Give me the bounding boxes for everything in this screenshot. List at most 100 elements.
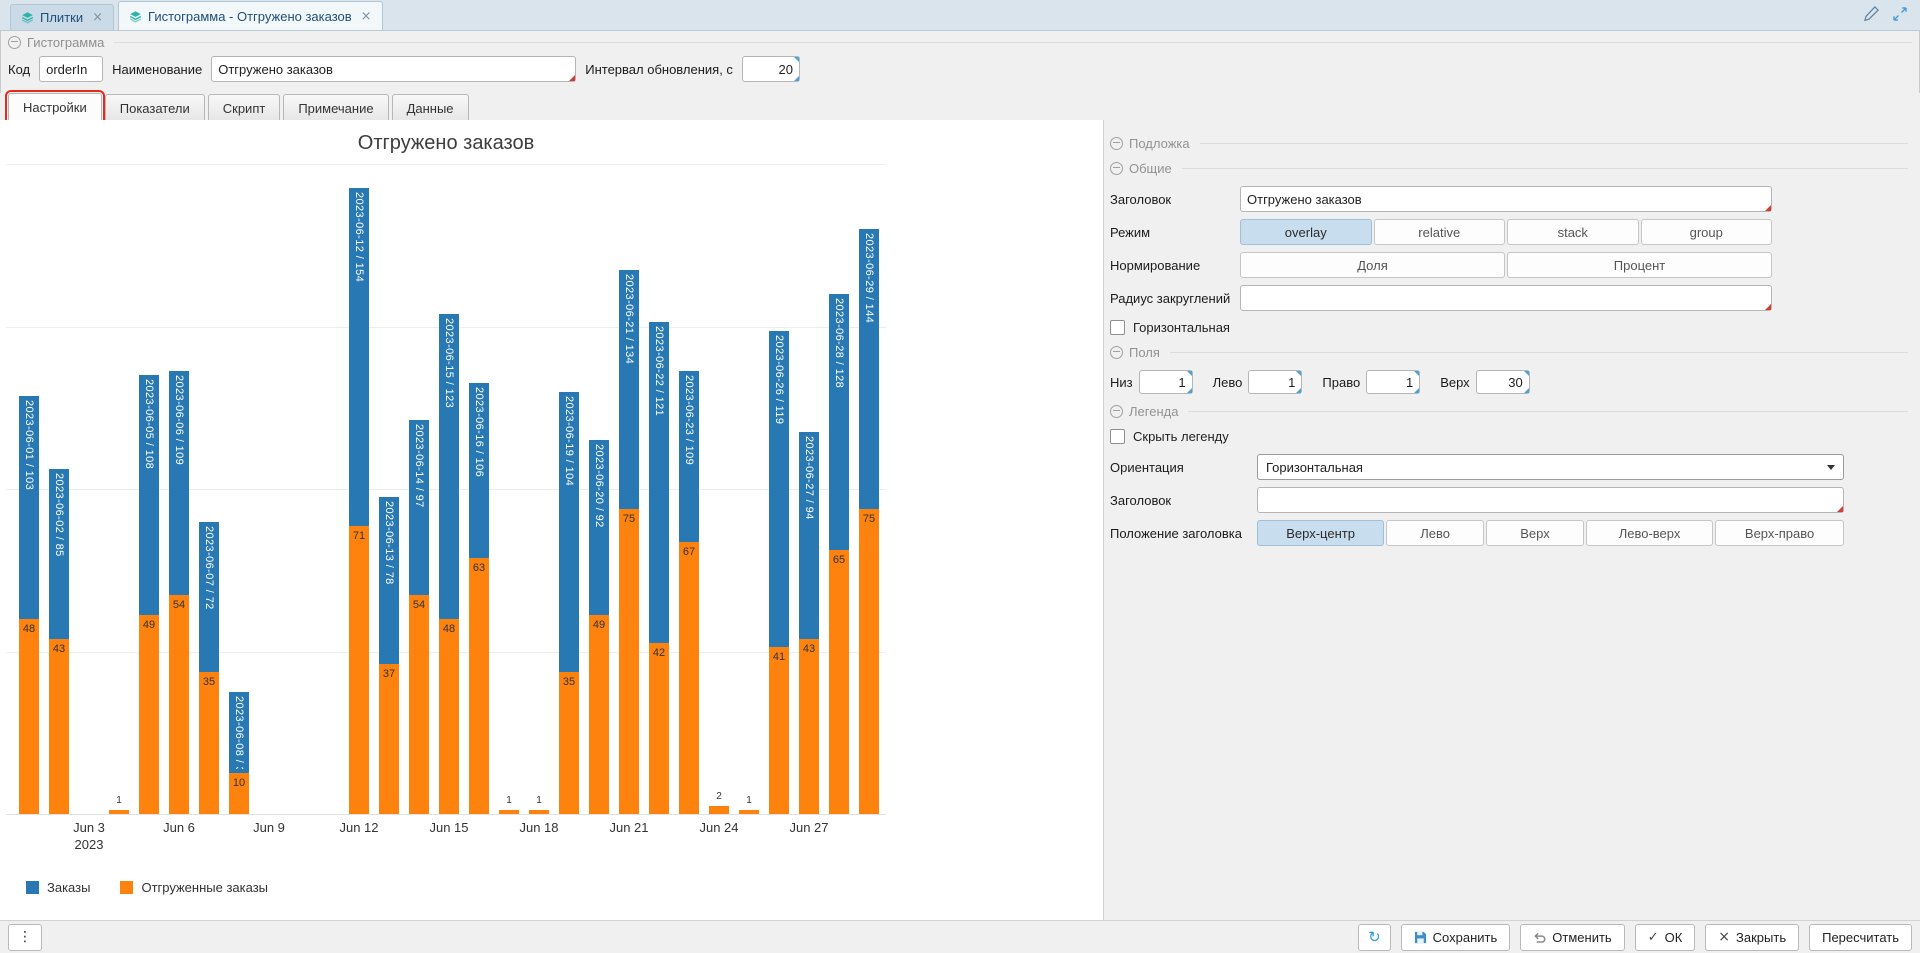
section-tab[interactable]: Скрипт	[208, 94, 281, 121]
close-button[interactable]: × Закрыть	[1705, 924, 1799, 951]
bar-shipped-label: 67	[679, 546, 699, 558]
collapse-icon[interactable]	[1110, 405, 1123, 418]
bar-shipped[interactable]	[529, 810, 549, 814]
recalculate-button[interactable]: Пересчитать	[1809, 924, 1912, 951]
mode-option[interactable]: relative	[1374, 219, 1506, 245]
close-icon[interactable]: ×	[361, 9, 372, 24]
bar-shipped[interactable]	[439, 619, 459, 814]
margin-input[interactable]	[1366, 370, 1420, 394]
window-tab[interactable]: Плитки×	[10, 4, 114, 30]
bar-shipped-label: 54	[169, 599, 189, 611]
margin-input-box	[1139, 370, 1193, 394]
menu-button[interactable]: ⋮	[8, 924, 42, 951]
normalization-option[interactable]: Процент	[1507, 252, 1772, 278]
fullscreen-button[interactable]	[1892, 6, 1908, 22]
title-position-option[interactable]: Лево	[1386, 520, 1484, 546]
footer-right-buttons: ↻ Сохранить Отменить ✓ ОК × Закрыть	[1348, 924, 1912, 951]
group-title: Общие	[1129, 161, 1172, 176]
x-tick: Jun 27	[774, 820, 844, 835]
bar-shipped[interactable]	[169, 595, 189, 814]
radius-input[interactable]	[1240, 285, 1772, 311]
bar-shipped[interactable]	[739, 810, 759, 814]
mode-option[interactable]: overlay	[1240, 219, 1372, 245]
legend-item[interactable]: Заказы	[26, 880, 90, 895]
chart-title-input[interactable]	[1240, 186, 1772, 212]
bar-shipped[interactable]	[139, 615, 159, 814]
bar-shipped[interactable]	[679, 542, 699, 814]
orientation-value: Горизонтальная	[1266, 460, 1363, 475]
bar-shipped[interactable]	[649, 643, 669, 814]
bar-shipped[interactable]	[589, 615, 609, 814]
collapse-icon[interactable]	[1110, 137, 1123, 150]
ok-button[interactable]: ✓ ОК	[1635, 924, 1696, 951]
x-tick: Jun 9	[234, 820, 304, 835]
refresh-button[interactable]: ↻	[1358, 924, 1391, 951]
section-tab[interactable]: Данные	[392, 94, 469, 121]
bar-shipped[interactable]	[499, 810, 519, 814]
bar-shipped[interactable]	[619, 509, 639, 814]
bar-shipped[interactable]	[859, 509, 879, 814]
interval-input[interactable]	[742, 56, 800, 82]
title-position-option[interactable]: Верх-центр	[1257, 520, 1384, 546]
x-tick: Jun 18	[504, 820, 574, 835]
group-divider	[114, 42, 1912, 43]
title-position-segmented-control: Верх-центрЛевоВерхЛево-верхВерх-право	[1257, 520, 1844, 546]
legend-item[interactable]: Отгруженные заказы	[120, 880, 268, 895]
kebab-icon: ⋮	[18, 929, 32, 945]
window-tab-label: Гистограмма - Отгружено заказов	[148, 9, 352, 24]
bar-shipped[interactable]	[559, 672, 579, 814]
x-tick: Jun 15	[414, 820, 484, 835]
legend-title-input[interactable]	[1257, 487, 1844, 513]
bar-shipped[interactable]	[49, 639, 69, 814]
collapse-icon[interactable]	[8, 36, 21, 49]
horizontal-checkbox[interactable]	[1110, 320, 1125, 335]
bar-shipped[interactable]	[19, 619, 39, 814]
collapse-icon[interactable]	[1110, 346, 1123, 359]
name-input[interactable]	[211, 56, 576, 82]
margin-input-box	[1476, 370, 1530, 394]
margin-input[interactable]	[1248, 370, 1302, 394]
floppy-icon	[1414, 931, 1427, 944]
bar-shipped[interactable]	[769, 647, 789, 814]
close-icon[interactable]: ×	[92, 10, 103, 25]
radius-label: Радиус закруглений	[1110, 291, 1240, 306]
margin-input[interactable]	[1476, 370, 1530, 394]
normalization-option[interactable]: Доля	[1240, 252, 1505, 278]
collapse-icon[interactable]	[1110, 162, 1123, 175]
bar-shipped[interactable]	[709, 806, 729, 814]
bar-shipped[interactable]	[109, 810, 129, 814]
mode-option[interactable]: group	[1641, 219, 1773, 245]
bar-shipped[interactable]	[829, 550, 849, 814]
bar-shipped-label: 71	[349, 530, 369, 542]
group-title: Поля	[1129, 345, 1160, 360]
title-position-option[interactable]: Верх	[1486, 520, 1584, 546]
bar-shipped-label: 63	[469, 562, 489, 574]
bar-shipped-label: 65	[829, 554, 849, 566]
x-tick: Jun 6	[144, 820, 214, 835]
mode-option[interactable]: stack	[1507, 219, 1639, 245]
bar-shipped[interactable]	[349, 526, 369, 814]
group-divider	[1200, 143, 1908, 144]
bar-shipped[interactable]	[379, 664, 399, 814]
cancel-button[interactable]: Отменить	[1520, 924, 1624, 951]
group-title: Легенда	[1129, 404, 1178, 419]
settings-panel: Подложка Общие Заголовок Режим overlayre…	[1104, 120, 1920, 920]
bar-shipped[interactable]	[409, 595, 429, 814]
section-tab[interactable]: Показатели	[105, 94, 205, 121]
code-input[interactable]	[39, 56, 103, 82]
window-tab[interactable]: Гистограмма - Отгружено заказов ×	[118, 1, 383, 30]
hide-legend-checkbox[interactable]	[1110, 429, 1125, 444]
title-position-option[interactable]: Лево-верх	[1586, 520, 1713, 546]
bar-shipped[interactable]	[469, 558, 489, 814]
bar-shipped[interactable]	[799, 639, 819, 814]
section-tab[interactable]: Настройки	[8, 93, 102, 121]
title-position-option[interactable]: Верх-право	[1715, 520, 1844, 546]
save-button[interactable]: Сохранить	[1401, 924, 1511, 951]
bar-shipped[interactable]	[199, 672, 219, 814]
section-tab[interactable]: Примечание	[283, 94, 388, 121]
margin-input[interactable]	[1139, 370, 1193, 394]
layers-icon	[21, 11, 34, 24]
orientation-select[interactable]: Горизонтальная	[1257, 454, 1844, 480]
edit-button[interactable]	[1863, 5, 1880, 22]
footer-toolbar: ⋮ ↻ Сохранить Отменить ✓ ОК	[0, 920, 1920, 953]
